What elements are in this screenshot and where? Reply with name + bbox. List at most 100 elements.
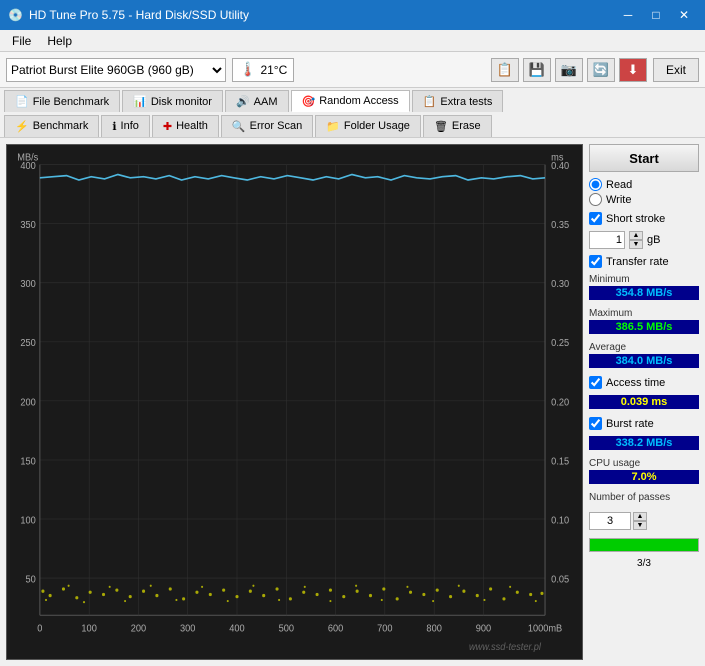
minimize-button[interactable]: ─ [615,5,641,25]
svg-text:600: 600 [328,623,343,634]
file-benchmark-icon: 📄 [15,95,29,108]
access-time-value: 0.039 ms [589,395,699,409]
burst-rate-block: 338.2 MB/s [589,436,699,450]
svg-text:150: 150 [20,456,35,467]
cpu-usage-block: CPU usage 7.0% [589,458,699,484]
tab-row-1: 📄 File Benchmark 📊 Disk monitor 🔊 AAM 🎯 … [0,88,705,113]
passes-up-button[interactable]: ▲ [633,512,647,521]
svg-text:300: 300 [180,623,195,634]
disk-monitor-icon: 📊 [133,95,147,108]
temperature-display: 🌡️ 21°C [232,58,294,82]
health-icon: ✚ [163,120,172,133]
svg-text:500: 500 [279,623,294,634]
app-icon: 💿 [8,8,23,22]
svg-text:0.05: 0.05 [551,574,569,585]
tab-info[interactable]: ℹ Info [101,115,150,137]
svg-text:0.10: 0.10 [551,515,569,526]
maximum-block: Maximum 386.5 MB/s [589,308,699,334]
info-icon: ℹ [112,120,116,133]
temperature-value: 21°C [260,63,287,77]
svg-text:400: 400 [229,623,244,634]
toolbar-icon-4[interactable]: 🔄 [587,58,615,82]
thermometer-icon: 🌡️ [239,61,256,78]
chart-svg: 400 350 300 250 200 150 100 50 MB/s 0.40… [7,145,582,659]
svg-text:100: 100 [81,623,96,634]
svg-text:0.15: 0.15 [551,456,569,467]
tab-folder-usage[interactable]: 📁 Folder Usage [315,115,421,137]
tab-health[interactable]: ✚ Health [152,115,219,137]
svg-text:800: 800 [426,623,441,634]
read-write-group: Read Write [589,178,699,206]
toolbar-icon-5[interactable]: ⬇ [619,58,647,82]
folder-usage-icon: 📁 [326,120,340,133]
toolbar-icon-3[interactable]: 📷 [555,58,583,82]
average-value: 384.0 MB/s [589,354,699,368]
minimum-block: Minimum 354.8 MB/s [589,274,699,300]
svg-text:ms: ms [551,152,564,163]
svg-text:0: 0 [37,623,42,634]
stroke-unit: gB [647,234,660,246]
minimum-value: 354.8 MB/s [589,286,699,300]
passes-input[interactable]: 3 [589,512,631,530]
disk-select[interactable]: Patriot Burst Elite 960GB (960 gB) [6,58,226,82]
burst-rate-checkbox[interactable]: Burst rate [589,417,699,430]
tab-erase[interactable]: 🗑 Erase [423,115,492,137]
passes-down-button[interactable]: ▼ [633,521,647,530]
menu-help[interactable]: Help [39,32,80,50]
toolbar: Patriot Burst Elite 960GB (960 gB) 🌡️ 21… [0,52,705,88]
minimum-label: Minimum [589,274,699,285]
passes-spinner: ▲ ▼ [633,512,647,530]
svg-text:0.20: 0.20 [551,397,569,408]
average-label: Average [589,342,699,353]
tab-extra-tests[interactable]: 📋 Extra tests [412,90,504,112]
progress-label: 3/3 [589,558,699,569]
menu-bar: File Help [0,30,705,52]
transfer-rate-checkbox[interactable]: Transfer rate [589,255,699,268]
erase-icon: 🗑 [434,120,448,133]
stroke-down-button[interactable]: ▼ [629,240,643,249]
maximize-button[interactable]: □ [643,5,669,25]
toolbar-icon-group: 📋 💾 📷 🔄 ⬇ [491,58,647,82]
short-stroke-checkbox[interactable]: Short stroke [589,212,699,225]
tab-aam[interactable]: 🔊 AAM [225,90,289,112]
progress-bar-container [589,538,699,552]
extra-tests-icon: 📋 [423,95,437,108]
stroke-spinner: ▲ ▼ [629,231,643,249]
svg-text:0.30: 0.30 [551,279,569,290]
svg-text:200: 200 [20,397,35,408]
svg-text:1000mB: 1000mB [528,623,562,634]
access-time-checkbox[interactable]: Access time [589,376,699,389]
stroke-up-button[interactable]: ▲ [629,231,643,240]
average-block: Average 384.0 MB/s [589,342,699,368]
svg-text:350: 350 [20,220,35,231]
cpu-usage-value: 7.0% [589,470,699,484]
close-button[interactable]: ✕ [671,5,697,25]
svg-text:MB/s: MB/s [17,152,38,163]
short-stroke-input[interactable]: 1 [589,231,625,249]
toolbar-icon-2[interactable]: 💾 [523,58,551,82]
svg-text:50: 50 [25,574,35,585]
short-stroke-input-row: 1 ▲ ▼ gB [589,231,699,249]
write-radio[interactable]: Write [589,193,699,206]
svg-text:700: 700 [377,623,392,634]
svg-text:0.35: 0.35 [551,220,569,231]
svg-text:www.ssd-tester.pl: www.ssd-tester.pl [469,642,542,653]
cpu-usage-label: CPU usage [589,458,699,469]
tab-bar: 📄 File Benchmark 📊 Disk monitor 🔊 AAM 🎯 … [0,88,705,138]
exit-button[interactable]: Exit [653,58,699,82]
start-button[interactable]: Start [589,144,699,172]
tab-random-access[interactable]: 🎯 Random Access [291,90,410,112]
tab-disk-monitor[interactable]: 📊 Disk monitor [122,90,223,112]
error-scan-icon: 🔍 [232,120,246,133]
app-title: HD Tune Pro 5.75 - Hard Disk/SSD Utility [29,8,249,22]
tab-benchmark[interactable]: ⚡ Benchmark [4,115,99,137]
tab-error-scan[interactable]: 🔍 Error Scan [221,115,313,137]
tab-file-benchmark[interactable]: 📄 File Benchmark [4,90,120,112]
toolbar-icon-1[interactable]: 📋 [491,58,519,82]
menu-file[interactable]: File [4,32,39,50]
random-access-icon: 🎯 [302,95,316,108]
svg-text:200: 200 [131,623,146,634]
read-radio[interactable]: Read [589,178,699,191]
svg-text:250: 250 [20,338,35,349]
title-bar: 💿 HD Tune Pro 5.75 - Hard Disk/SSD Utili… [0,0,705,30]
